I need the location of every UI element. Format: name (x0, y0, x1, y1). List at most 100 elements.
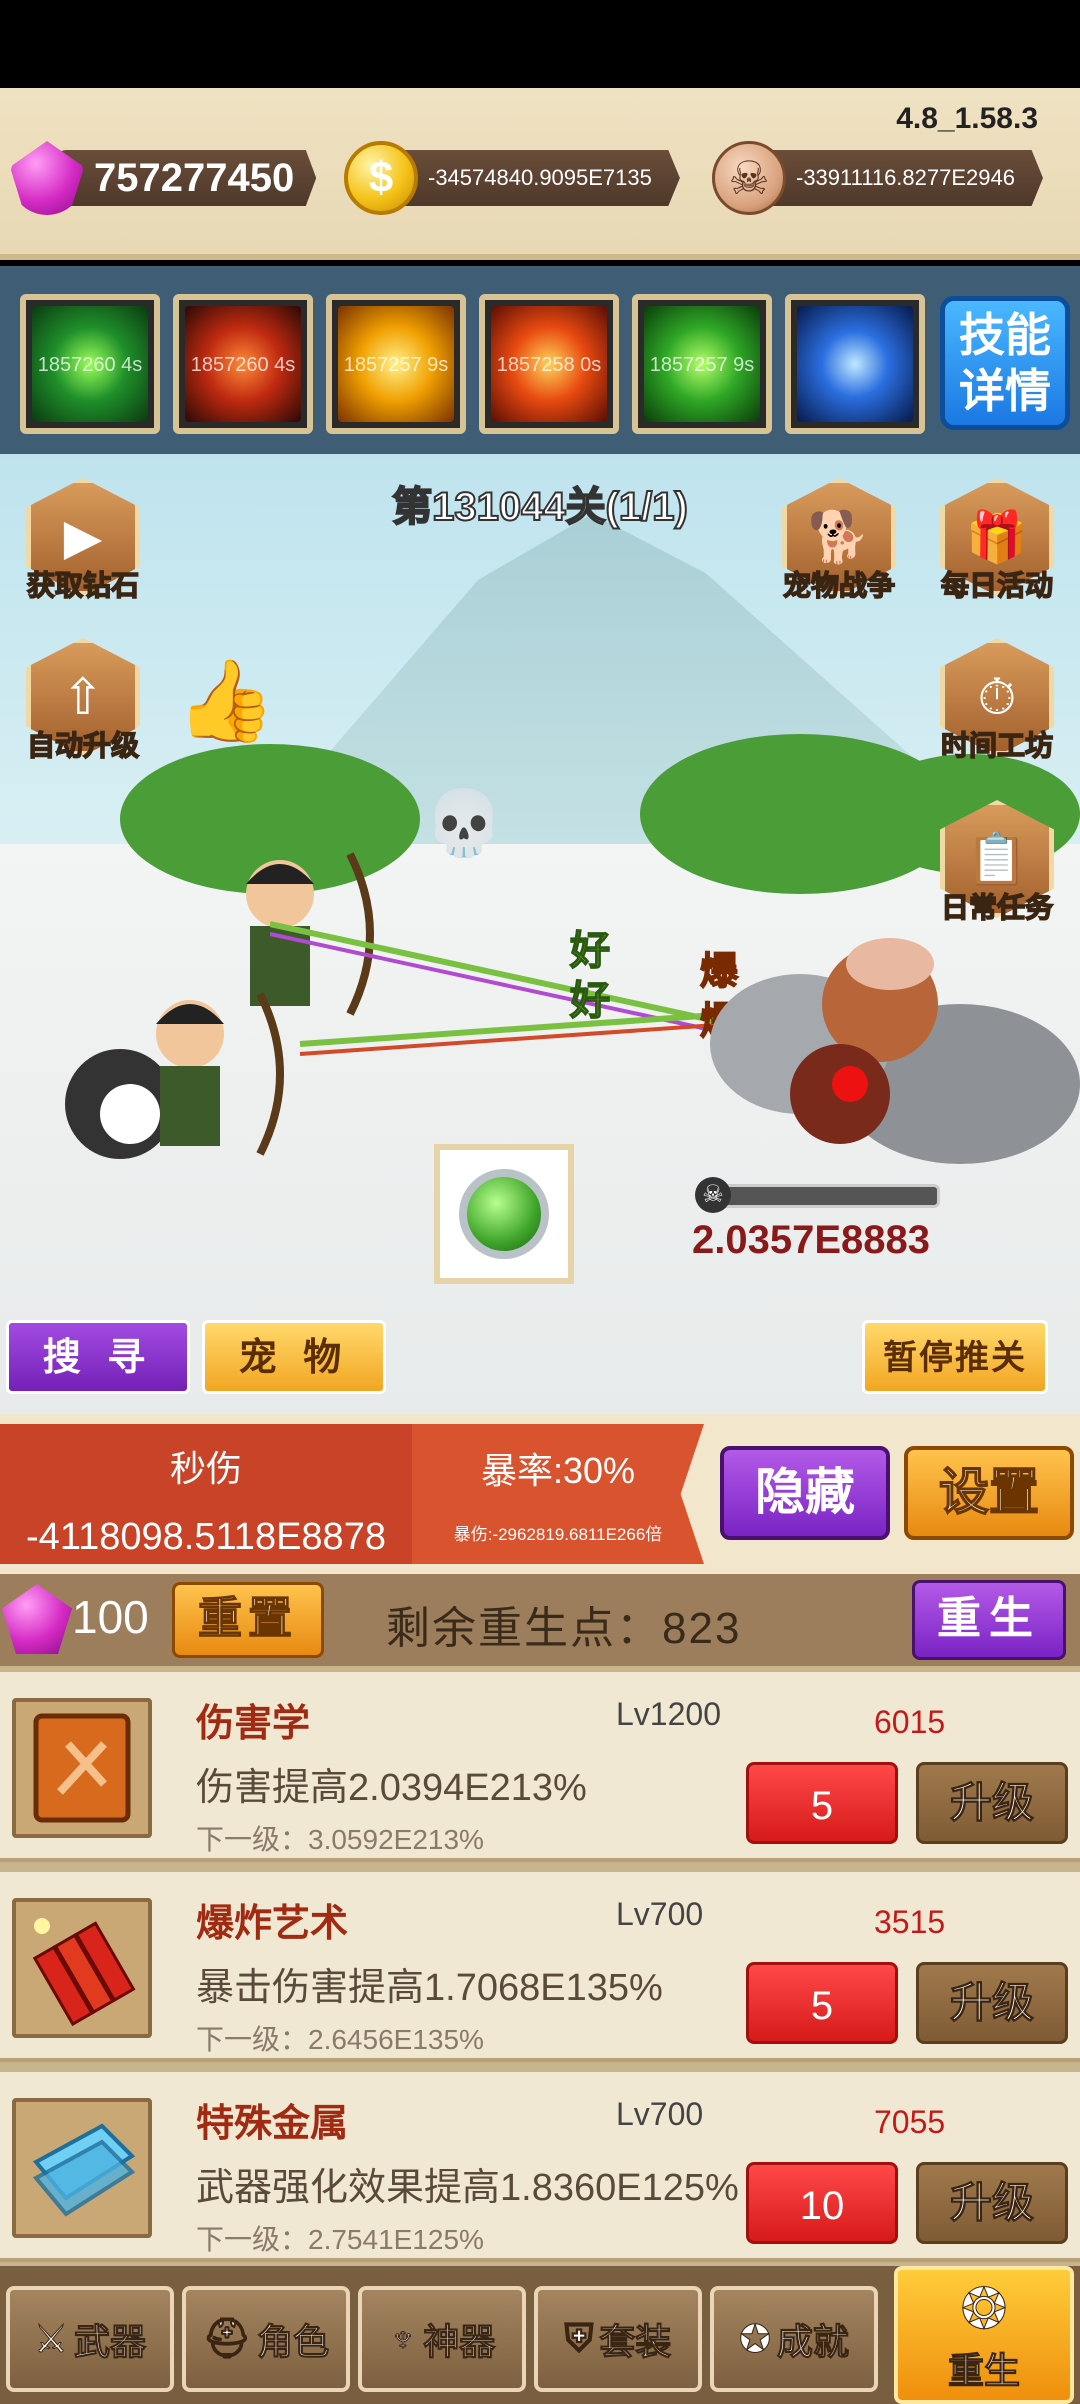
hide-button[interactable]: 隐藏 (720, 1446, 890, 1540)
tab-weapons[interactable]: ⚔ 武器 (6, 2286, 174, 2392)
skull-decoration-icon: 💀 (424, 787, 504, 859)
crit-rate: 暴率:30% (480, 1450, 636, 1491)
dynamite-icon (12, 1898, 152, 2038)
upgrade-cost: 6015 (874, 1704, 946, 1740)
metal-plate-icon (12, 2098, 152, 2238)
currency-header: 4.8_1.58.3 757277450 $ -34574840.9095E71… (0, 88, 1080, 260)
pet-war-button[interactable]: 🐕 宠物战争 (774, 478, 904, 606)
skull-counter: -33911116.8277E2946 (712, 141, 1043, 215)
tab-label: 重生 (947, 2350, 1020, 2392)
dropped-ring-item[interactable] (434, 1144, 574, 1284)
upgrade-description: 武器强化效果提高1.8360E125% (196, 2167, 739, 2209)
pet-button[interactable]: 宠 物 (202, 1320, 386, 1394)
emerald-ring-icon (459, 1169, 549, 1259)
upgrade-button[interactable]: 升级 (916, 1962, 1068, 2044)
skill-slot-3[interactable]: 1857257 9s (326, 294, 466, 434)
book-icon (12, 1698, 152, 1838)
skull-icon (712, 141, 786, 215)
dps-panel: 秒伤 -4118098.5118E8878 暴率:30% 暴伤:-2962819… (0, 1414, 1080, 1574)
status-bar (0, 0, 1080, 88)
upgrade-cost: 3515 (874, 1904, 946, 1940)
auto-upgrade-label: 自动升级 (26, 729, 140, 762)
settings-button[interactable]: 设置 (904, 1446, 1074, 1540)
remaining-rebirth-points: 剩余重生点：823 (386, 1604, 742, 1653)
gem-counter: 757277450 (10, 141, 317, 215)
lightning-skill-icon (797, 306, 913, 422)
list-item: 特殊金属 Lv700 7055 武器强化效果提高1.8360E125% 下一级：… (0, 2072, 1080, 2262)
upgrade-name: 爆炸艺术 (196, 1903, 349, 1945)
tab-character[interactable]: ⛑ 角色 (182, 2286, 350, 2392)
floating-text: 好 (569, 979, 610, 1023)
skill-cooldown: 1857257 9s (649, 354, 755, 376)
armor-icon: ⛨ (564, 2317, 594, 2360)
skill-slot-5[interactable]: 1857257 9s (632, 294, 772, 434)
skill-slot-1[interactable]: 1857260 4s (20, 294, 160, 434)
upgrade-name: 伤害学 (196, 1703, 311, 1745)
upgrade-button[interactable]: 升级 (916, 1762, 1068, 1844)
tab-label: 成就 (776, 2321, 849, 2363)
daily-event-button[interactable]: 🎁 每日活动 (932, 478, 1062, 606)
skill-slot-2[interactable]: 1857260 4s (173, 294, 313, 434)
upgrade-quantity-button[interactable]: 10 (746, 2162, 898, 2244)
tab-label: 角色 (257, 2321, 330, 2363)
time-workshop-button[interactable]: ⏱ 时间工坊 (932, 638, 1062, 766)
skull-amount: -33911116.8277E2946 (758, 150, 1043, 206)
enemy-hp-value: 2.0357E8883 (692, 1218, 931, 1262)
upgrade-next-level: 下一级：3.0592E213% (196, 1824, 484, 1855)
search-button[interactable]: 搜 寻 (6, 1320, 190, 1394)
upgrade-next-level: 下一级：2.7541E125% (196, 2224, 484, 2255)
upgrade-description: 暴击伤害提高1.7068E135% (196, 1967, 663, 2009)
version-label: 4.8_1.58.3 (896, 102, 1038, 135)
dps-value: -4118098.5118E8878 (26, 1516, 386, 1558)
list-item: 爆炸艺术 Lv700 3515 暴击伤害提高1.7068E135% 下一级：2.… (0, 1872, 1080, 2062)
tab-set-equipment[interactable]: ⛨ 套装 (534, 2286, 702, 2392)
skull-icon: ☠ (695, 1177, 731, 1213)
skill-slot-6[interactable] (785, 294, 925, 434)
skill-cooldown: 1857260 4s (37, 354, 143, 376)
get-diamonds-label: 获取钻石 (26, 569, 140, 602)
auto-upgrade-button[interactable]: ⇧ 自动升级 (18, 638, 148, 766)
tab-rebirth[interactable]: ❂ 重生 (894, 2266, 1074, 2404)
crit-damage: 暴伤:-2962819.6811E266倍 (453, 1525, 663, 1544)
upgrade-level: Lv700 (616, 1896, 704, 1932)
helmet-icon: ⛑ (202, 2318, 252, 2361)
daily-event-label: 每日活动 (940, 569, 1054, 602)
upgrade-quantity-button[interactable]: 5 (746, 1762, 898, 1844)
skill-cooldown: 1857260 4s (190, 354, 296, 376)
crossed-swords-icon: ⚔ (33, 2318, 69, 2361)
skill-slot-4[interactable]: 1857258 0s (479, 294, 619, 434)
thumbs-up-icon[interactable]: 👍 (176, 654, 276, 748)
artifact-icon: ♆ (388, 2317, 418, 2360)
bottom-nav: ⚔ 武器 ⛑ 角色 ♆ 神器 ⛨ 套装 ✪ 成就 ❂ 重生 (0, 2266, 1080, 2404)
skill-details-button[interactable]: 技能详情 (940, 296, 1070, 430)
rebirth-button[interactable]: 重生 (912, 1580, 1066, 1660)
tab-artifact[interactable]: ♆ 神器 (358, 2286, 526, 2392)
enemy-hp-bar: ☠ (695, 1177, 940, 1213)
tab-label: 神器 (423, 2321, 496, 2363)
tab-achievements[interactable]: ✪ 成就 (710, 2286, 878, 2392)
tab-label: 武器 (74, 2321, 147, 2363)
time-workshop-label: 时间工坊 (940, 729, 1054, 762)
pause-advance-button[interactable]: 暂停推关 (862, 1320, 1048, 1394)
get-diamonds-button[interactable]: ▶ 获取钻石 (18, 478, 148, 606)
floating-text: 好 (569, 929, 610, 973)
dps-title: 秒伤 (169, 1448, 242, 1489)
reset-button[interactable]: 重置 (172, 1582, 324, 1658)
upgrade-level: Lv1200 (616, 1696, 721, 1732)
gem-icon (2, 1584, 72, 1654)
rebirth-gem-count: 100 (72, 1591, 149, 1643)
skill-bar: 1857260 4s 1857260 4s 1857257 9s 1857258… (0, 266, 1080, 454)
coin-counter: $ -34574840.9095E7135 (344, 141, 680, 215)
upgrade-cost: 7055 (874, 2104, 946, 2140)
upgrade-next-level: 下一级：2.6456E135% (196, 2024, 484, 2055)
enemy-boss (710, 938, 1080, 1164)
upgrade-name: 特殊金属 (196, 2103, 349, 2145)
medal-icon: ✪ (739, 2318, 772, 2361)
upgrade-button[interactable]: 升级 (916, 2162, 1068, 2244)
rebirth-bar: 100 重置 剩余重生点：823 重生 (0, 1574, 1080, 1666)
skill-cooldown: 1857258 0s (496, 354, 602, 376)
list-item: 伤害学 Lv1200 6015 伤害提高2.0394E213% 下一级：3.05… (0, 1672, 1080, 1862)
skill-cooldown: 1857257 9s (343, 354, 449, 376)
upgrade-quantity-button[interactable]: 5 (746, 1962, 898, 2044)
crit-box: 暴率:30% 暴伤:-2962819.6811E266倍 (412, 1424, 704, 1564)
